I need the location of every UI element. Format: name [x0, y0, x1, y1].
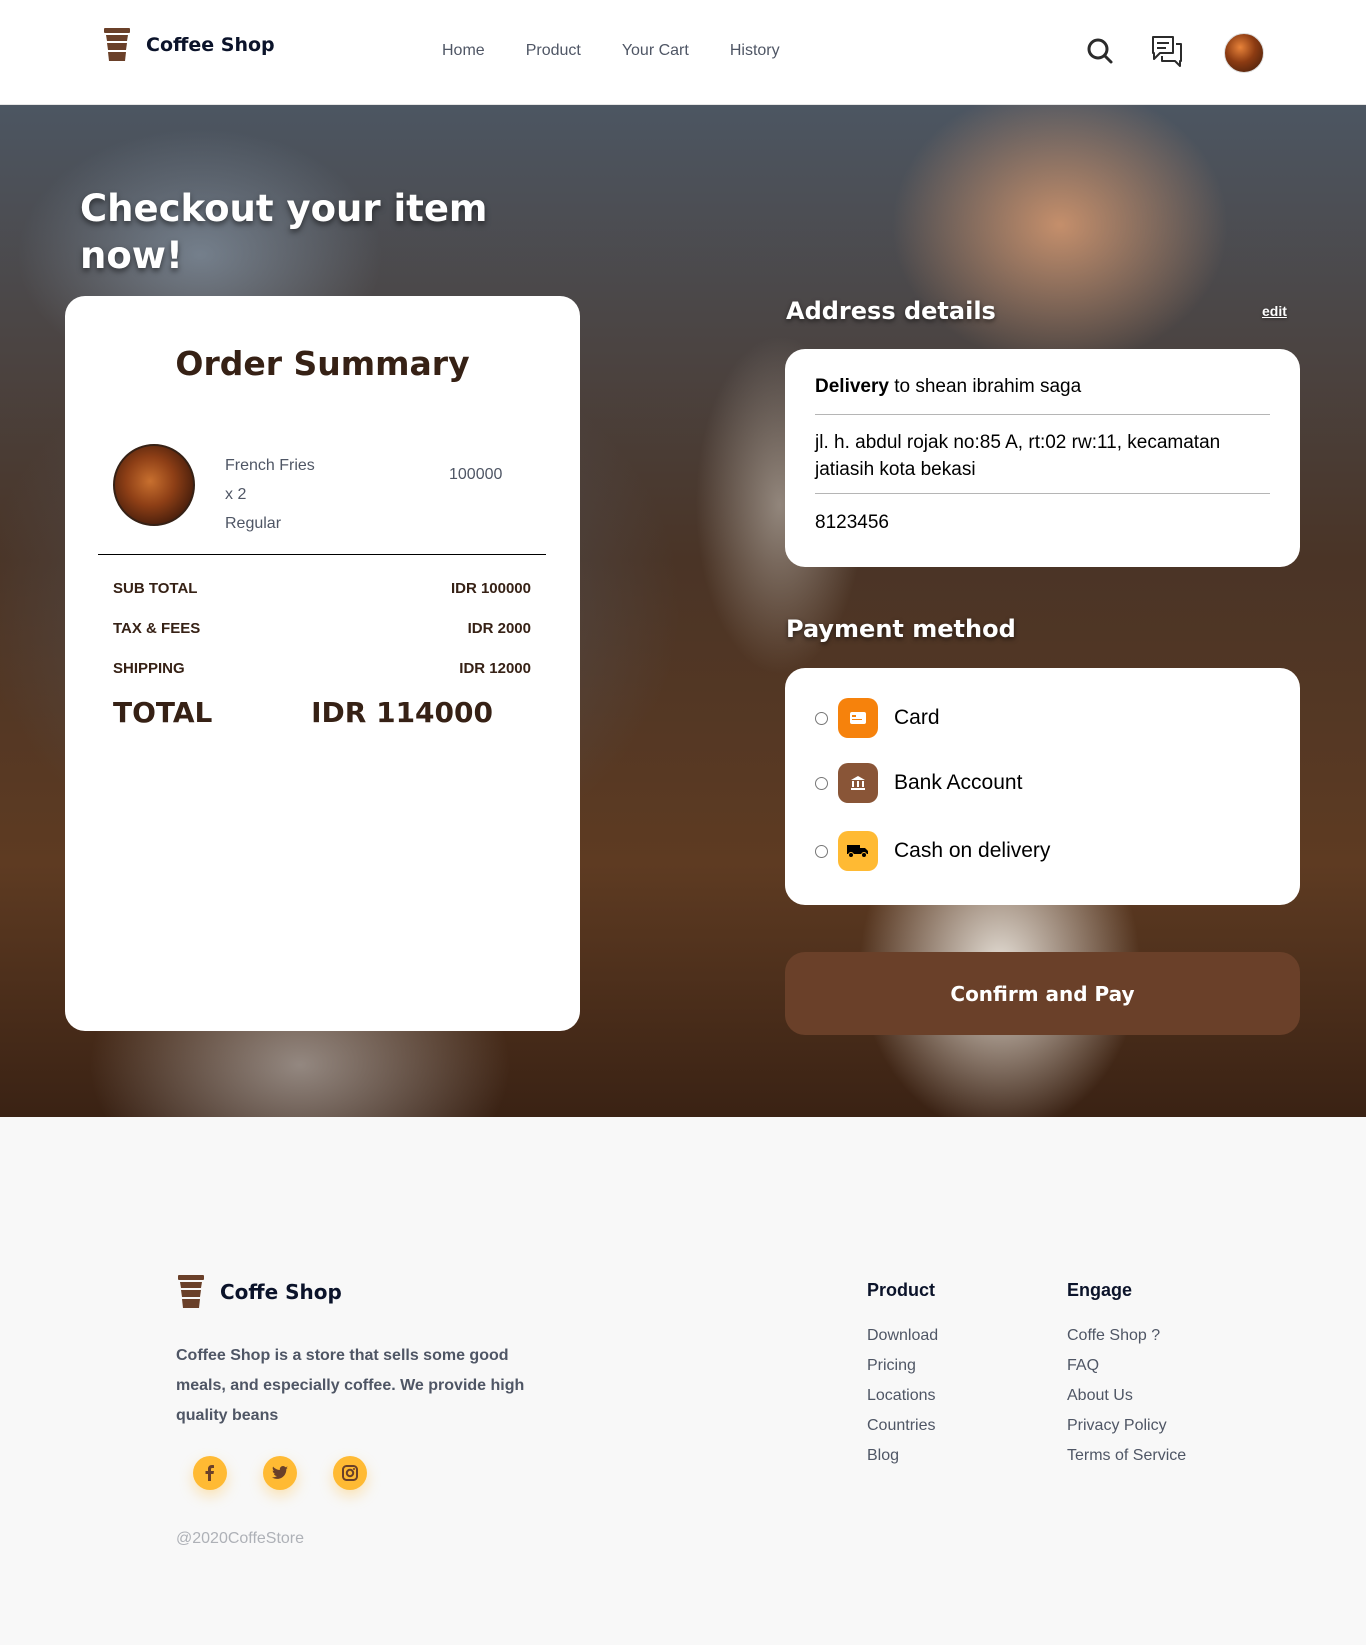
payment-label-card: Card — [894, 706, 940, 729]
footer-brand-name: Coffe Shop — [220, 1280, 342, 1304]
total-value: IDR 114000 — [311, 696, 493, 729]
nav-product[interactable]: Product — [526, 42, 581, 60]
summary-divider — [98, 554, 546, 555]
tax-label: TAX & FEES — [113, 620, 201, 637]
twitter-icon[interactable] — [263, 1456, 297, 1490]
address-card: Delivery to shean ibrahim saga jl. h. ab… — [785, 349, 1300, 567]
footer-link-about[interactable]: About Us — [1067, 1381, 1186, 1411]
footer-link-blog[interactable]: Blog — [867, 1441, 938, 1471]
facebook-icon[interactable] — [193, 1456, 227, 1490]
footer-engage-column: Engage Coffe Shop ? FAQ About Us Privacy… — [1067, 1280, 1186, 1471]
footer-link-countries[interactable]: Countries — [867, 1411, 938, 1441]
search-icon[interactable] — [1084, 34, 1116, 66]
radio-card[interactable] — [815, 711, 828, 725]
footer-engage-title: Engage — [1067, 1280, 1133, 1300]
order-summary-card: Order Summary French Fries x 2 Regular 1… — [65, 296, 580, 1031]
shipping-row: SHIPPING IDR 12000 — [113, 660, 531, 677]
edit-address-link[interactable]: edit — [1262, 303, 1287, 319]
tax-value: IDR 2000 — [467, 620, 531, 637]
shipping-value: IDR 12000 — [459, 660, 531, 677]
payment-title: Payment method — [786, 615, 1016, 643]
footer: Coffe Shop Coffee Shop is a store that s… — [0, 1117, 1366, 1645]
item-size: Regular — [225, 515, 282, 532]
subtotal-row: SUB TOTAL IDR 100000 — [113, 580, 531, 597]
footer-brand[interactable]: Coffe Shop — [176, 1275, 342, 1309]
payment-option-bank[interactable]: Bank Account — [815, 763, 1022, 803]
header: Coffee Shop Home Product Your Cart Histo… — [0, 0, 1366, 105]
checkout-section: Checkout your item now! Order Summary Fr… — [0, 105, 1366, 1117]
footer-product-column: Product Download Pricing Locations Count… — [867, 1280, 938, 1471]
nav-your-cart[interactable]: Your Cart — [622, 42, 689, 60]
delivery-street: jl. h. abdul rojak no:85 A, rt:02 rw:11,… — [815, 415, 1270, 494]
nav-home[interactable]: Home — [442, 42, 485, 60]
nav-history[interactable]: History — [730, 42, 780, 60]
shipping-label: SHIPPING — [113, 660, 185, 677]
payment-card: Card Bank Account Cash on delivery — [785, 668, 1300, 905]
delivery-bold: Delivery — [815, 376, 889, 397]
footer-link-terms[interactable]: Terms of Service — [1067, 1441, 1186, 1471]
footer-description: Coffee Shop is a store that sells some g… — [176, 1347, 525, 1424]
page-title: Checkout your item now! — [80, 187, 488, 277]
instagram-icon[interactable] — [333, 1456, 367, 1490]
total-label: TOTAL — [113, 696, 213, 729]
footer-link-download[interactable]: Download — [867, 1321, 938, 1351]
card-icon — [838, 698, 878, 738]
delivery-phone: 8123456 — [815, 512, 889, 533]
truck-icon — [838, 831, 878, 871]
brand-logo[interactable]: Coffee Shop — [102, 28, 275, 62]
footer-link-faq[interactable]: FAQ — [1067, 1351, 1186, 1381]
payment-option-cod[interactable]: Cash on delivery — [815, 831, 1050, 871]
bank-icon — [838, 763, 878, 803]
main-nav: Home Product Your Cart History — [442, 42, 821, 60]
copyright: @2020CoffeStore — [176, 1530, 305, 1547]
payment-label-bank: Bank Account — [894, 771, 1023, 794]
item-quantity: x 2 — [225, 486, 247, 503]
address-title: Address details — [786, 297, 996, 325]
delivery-recipient: Delivery to shean ibrahim saga — [815, 349, 1270, 415]
footer-link-pricing[interactable]: Pricing — [867, 1351, 938, 1381]
footer-link-coffe-shop[interactable]: Coffe Shop ? — [1067, 1321, 1186, 1351]
coffee-cup-icon — [104, 28, 130, 61]
item-info: French Fries x 2 Regular — [225, 451, 315, 538]
footer-link-privacy[interactable]: Privacy Policy — [1067, 1411, 1186, 1441]
brand-name: Coffee Shop — [146, 34, 275, 56]
subtotal-label: SUB TOTAL — [113, 580, 198, 597]
delivery-name: to shean ibrahim saga — [888, 376, 1082, 397]
item-image — [113, 444, 195, 526]
social-links — [193, 1456, 367, 1490]
item-price: 100000 — [449, 466, 503, 483]
payment-option-card[interactable]: Card — [815, 698, 940, 738]
item-name: French Fries — [225, 457, 315, 474]
coffee-cup-icon — [178, 1275, 204, 1308]
subtotal-value: IDR 100000 — [450, 580, 531, 597]
footer-product-title: Product — [867, 1280, 936, 1300]
radio-bank[interactable] — [815, 776, 828, 790]
order-summary-title: Order Summary — [175, 344, 470, 383]
payment-label-cod: Cash on delivery — [894, 839, 1051, 862]
radio-cod[interactable] — [815, 844, 828, 858]
total-row: TOTAL IDR 114000 — [113, 696, 493, 729]
chat-icon[interactable] — [1150, 34, 1184, 70]
footer-link-locations[interactable]: Locations — [867, 1381, 938, 1411]
tax-row: TAX & FEES IDR 2000 — [113, 620, 531, 637]
user-avatar[interactable] — [1224, 33, 1264, 73]
confirm-and-pay-button[interactable]: Confirm and Pay — [785, 952, 1300, 1035]
